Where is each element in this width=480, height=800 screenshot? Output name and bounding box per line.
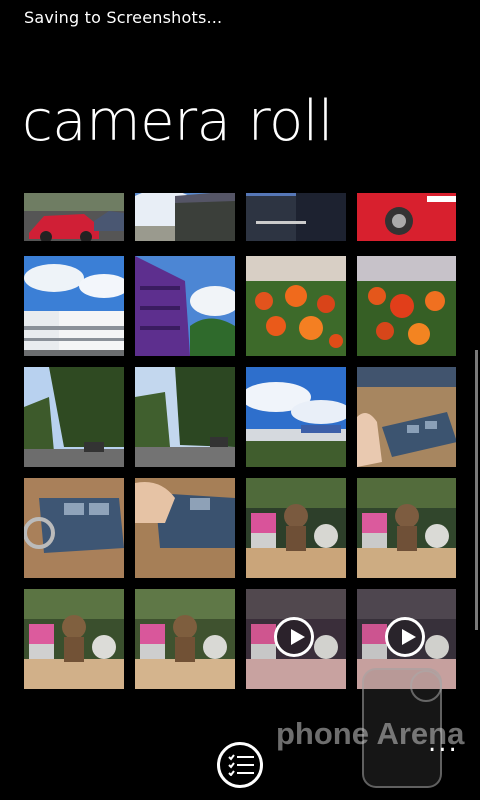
photo-thumbnail[interactable] [135, 478, 235, 578]
photo-thumbnail[interactable] [357, 256, 456, 356]
photo-thumbnail[interactable] [357, 193, 456, 241]
photo-thumbnail[interactable] [24, 478, 124, 578]
select-button[interactable] [217, 742, 263, 788]
photo-thumbnail[interactable] [135, 256, 235, 356]
select-list-icon [228, 754, 254, 776]
photo-thumbnail[interactable] [24, 367, 124, 467]
photo-thumbnail[interactable] [246, 478, 346, 578]
more-button[interactable]: ... [428, 728, 459, 758]
scroll-indicator [475, 350, 478, 630]
photo-thumbnail[interactable] [357, 367, 456, 467]
photo-thumbnail[interactable] [246, 367, 346, 467]
photo-thumbnail[interactable] [24, 193, 124, 241]
page-title: camera roll [22, 89, 333, 154]
play-icon [274, 617, 314, 657]
photo-thumbnail[interactable] [135, 589, 235, 689]
play-icon [385, 617, 425, 657]
video-thumbnail[interactable] [246, 589, 346, 689]
photo-thumbnail[interactable] [246, 256, 346, 356]
photo-grid [24, 193, 456, 693]
photo-thumbnail[interactable] [357, 478, 456, 578]
photo-thumbnail[interactable] [24, 256, 124, 356]
photo-thumbnail[interactable] [135, 193, 235, 241]
photo-thumbnail[interactable] [246, 193, 346, 241]
photo-thumbnail[interactable] [24, 589, 124, 689]
status-text: Saving to Screenshots... [24, 8, 223, 27]
photo-thumbnail[interactable] [135, 367, 235, 467]
